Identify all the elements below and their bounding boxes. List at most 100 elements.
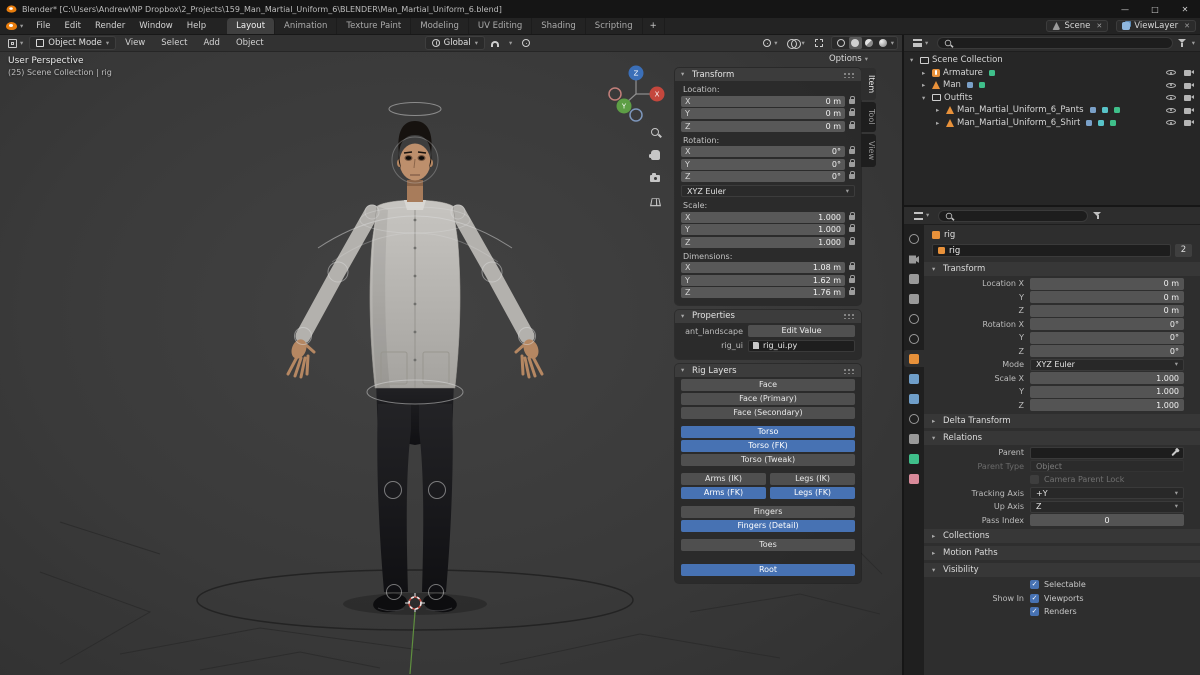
menu-help[interactable]: Help bbox=[180, 18, 213, 34]
scene-selector[interactable]: Scene ✕ bbox=[1046, 20, 1109, 32]
outliner-row-scene-collection[interactable]: ▾ Scene Collection bbox=[904, 54, 1200, 67]
workspace-tab-scripting[interactable]: Scripting bbox=[586, 18, 643, 34]
dimensions-z-field[interactable]: Z 1.76 m bbox=[681, 287, 845, 298]
axis-neg-z-handle[interactable] bbox=[629, 108, 643, 122]
outliner-search-input[interactable] bbox=[956, 38, 1166, 48]
properties-tab-particles[interactable] bbox=[904, 390, 924, 407]
dimensions-y-field[interactable]: Y 1.62 m bbox=[681, 274, 845, 286]
disable-render-icon[interactable] bbox=[1184, 82, 1194, 89]
location-z-field[interactable]: Z 0 m bbox=[681, 120, 845, 132]
perspective-toggle-button[interactable] bbox=[647, 193, 663, 209]
tab-item[interactable]: Item bbox=[861, 68, 876, 101]
edit-value-button[interactable]: Edit Value bbox=[748, 325, 855, 337]
show-gizmo-toggle[interactable]: ▾ bbox=[759, 36, 781, 51]
visibility-section-header[interactable]: ▾ Visibility bbox=[924, 563, 1200, 577]
show-in-renders-checkbox[interactable]: ✓ bbox=[1030, 607, 1039, 616]
rig-layer-face-primary-button[interactable]: Face (Primary) bbox=[681, 393, 855, 405]
properties-panel-header[interactable]: ▾ Properties bbox=[675, 309, 861, 323]
location-x-field[interactable]: 0 m bbox=[1030, 277, 1184, 290]
navigation-gizmo[interactable]: Z X Y bbox=[606, 64, 666, 124]
hide-viewport-icon[interactable] bbox=[1166, 106, 1176, 115]
menu-file[interactable]: File bbox=[29, 18, 57, 34]
location-x-field[interactable]: X 0 m bbox=[681, 95, 845, 107]
rig-layer-fingers-detail-button[interactable]: Fingers (Detail) bbox=[681, 520, 855, 532]
zoom-button[interactable] bbox=[647, 124, 663, 140]
rotation-y-field[interactable]: 0° bbox=[1030, 331, 1184, 344]
viewlayer-remove-button[interactable]: ✕ bbox=[1184, 22, 1190, 30]
panel-grip[interactable] bbox=[843, 313, 855, 319]
shading-material-button[interactable] bbox=[863, 37, 876, 49]
scale-z-field[interactable]: Z 1.000 bbox=[681, 236, 845, 248]
shading-wireframe-button[interactable] bbox=[835, 37, 848, 49]
outliner-row-pants[interactable]: ▸ Man_Martial_Uniform_6_Pants bbox=[904, 104, 1200, 117]
rotation-mode-dropdown[interactable]: XYZ Euler ▾ bbox=[681, 185, 855, 197]
lock-icon[interactable] bbox=[849, 108, 855, 116]
menu-select[interactable]: Select bbox=[154, 38, 194, 48]
workspace-tab-uv-editing[interactable]: UV Editing bbox=[469, 18, 533, 34]
camera-view-button[interactable] bbox=[647, 170, 663, 186]
properties-tab-modifiers[interactable] bbox=[904, 370, 924, 387]
delta-transform-section-header[interactable]: ▸ Delta Transform bbox=[924, 414, 1200, 428]
disable-render-icon[interactable] bbox=[1184, 119, 1194, 127]
tab-view[interactable]: View bbox=[861, 133, 876, 167]
properties-tab-tool[interactable] bbox=[904, 230, 924, 247]
minimize-button[interactable]: — bbox=[1110, 0, 1140, 18]
workspace-tab-modeling[interactable]: Modeling bbox=[411, 18, 469, 34]
show-in-viewports-checkbox[interactable]: ✓ bbox=[1030, 593, 1039, 603]
scale-z-field[interactable]: 1.000 bbox=[1030, 399, 1184, 411]
panel-grip[interactable] bbox=[843, 367, 855, 374]
rig-layer-legs-fk-button[interactable]: Legs (FK) bbox=[770, 487, 855, 499]
viewlayer-selector[interactable]: ViewLayer ✕ bbox=[1116, 20, 1196, 32]
scene-unlink-button[interactable]: ✕ bbox=[1096, 22, 1102, 30]
panel-grip[interactable] bbox=[843, 71, 855, 78]
menu-add[interactable]: Add bbox=[196, 38, 226, 48]
menu-window[interactable]: Window bbox=[132, 18, 180, 34]
menu-edit[interactable]: Edit bbox=[58, 18, 88, 34]
rig-layer-fingers-button[interactable]: Fingers bbox=[681, 506, 855, 518]
maximize-button[interactable]: □ bbox=[1140, 0, 1170, 18]
pan-button[interactable] bbox=[647, 147, 663, 163]
workspace-tab-texture-paint[interactable]: Texture Paint bbox=[337, 18, 412, 34]
disclosure-icon[interactable]: ▾ bbox=[922, 94, 929, 102]
properties-tab-output[interactable] bbox=[904, 270, 924, 287]
axis-z-handle[interactable]: Z bbox=[628, 65, 644, 81]
properties-tab-scene[interactable] bbox=[904, 310, 924, 327]
lock-icon[interactable] bbox=[849, 236, 855, 245]
rig-layer-torso-tweak-button[interactable]: Torso (Tweak) bbox=[681, 454, 855, 466]
rig-layer-toes-button[interactable]: Toes bbox=[681, 539, 855, 551]
rig-layer-torso-fk-button[interactable]: Torso (FK) bbox=[681, 440, 855, 452]
proportional-edit-toggle[interactable] bbox=[518, 36, 534, 51]
users-count-button[interactable]: 2 bbox=[1175, 244, 1192, 257]
orientation-dropdown[interactable]: Global ▾ bbox=[424, 36, 486, 50]
filter-icon[interactable] bbox=[1093, 211, 1102, 220]
rig-layer-arms-ik-button[interactable]: Arms (IK) bbox=[681, 473, 766, 485]
rotation-z-field[interactable]: Z 0° bbox=[681, 171, 845, 182]
character-model[interactable] bbox=[286, 121, 544, 614]
location-y-field[interactable]: Y 0 m bbox=[681, 108, 845, 119]
camera-parent-lock-checkbox[interactable] bbox=[1030, 475, 1039, 484]
location-y-field[interactable]: 0 m bbox=[1030, 291, 1184, 303]
location-z-field[interactable]: 0 m bbox=[1030, 304, 1184, 317]
lock-icon[interactable] bbox=[849, 211, 855, 220]
scale-y-field[interactable]: Y 1.000 bbox=[681, 224, 845, 235]
dimensions-x-field[interactable]: X 1.08 m bbox=[681, 262, 845, 273]
disable-render-icon[interactable] bbox=[1184, 107, 1194, 114]
rig-layer-face-button[interactable]: Face bbox=[681, 379, 855, 391]
properties-tab-view-layer[interactable] bbox=[904, 290, 924, 307]
disclosure-icon[interactable]: ▸ bbox=[936, 119, 943, 127]
workspace-tab-animation[interactable]: Animation bbox=[275, 18, 338, 34]
properties-search-input[interactable] bbox=[957, 211, 1082, 220]
outliner-row-armature[interactable]: ▸ Armature bbox=[904, 67, 1200, 80]
xray-toggle[interactable] bbox=[811, 36, 827, 51]
relations-section-header[interactable]: ▾ Relations bbox=[924, 431, 1200, 445]
parent-type-dropdown[interactable]: Object bbox=[1030, 460, 1184, 472]
rotation-mode-dropdown[interactable]: XYZ Euler ▾ bbox=[1030, 358, 1184, 371]
blender-menu-button[interactable]: ▾ bbox=[0, 18, 29, 34]
axis-neg-x-handle[interactable] bbox=[608, 87, 622, 101]
up-axis-dropdown[interactable]: Z ▾ bbox=[1030, 500, 1184, 513]
lock-icon[interactable] bbox=[849, 224, 855, 232]
properties-tab-object[interactable] bbox=[904, 350, 924, 367]
properties-tab-render[interactable] bbox=[904, 250, 924, 267]
lock-icon[interactable] bbox=[849, 274, 855, 283]
hide-viewport-icon[interactable] bbox=[1166, 93, 1176, 102]
